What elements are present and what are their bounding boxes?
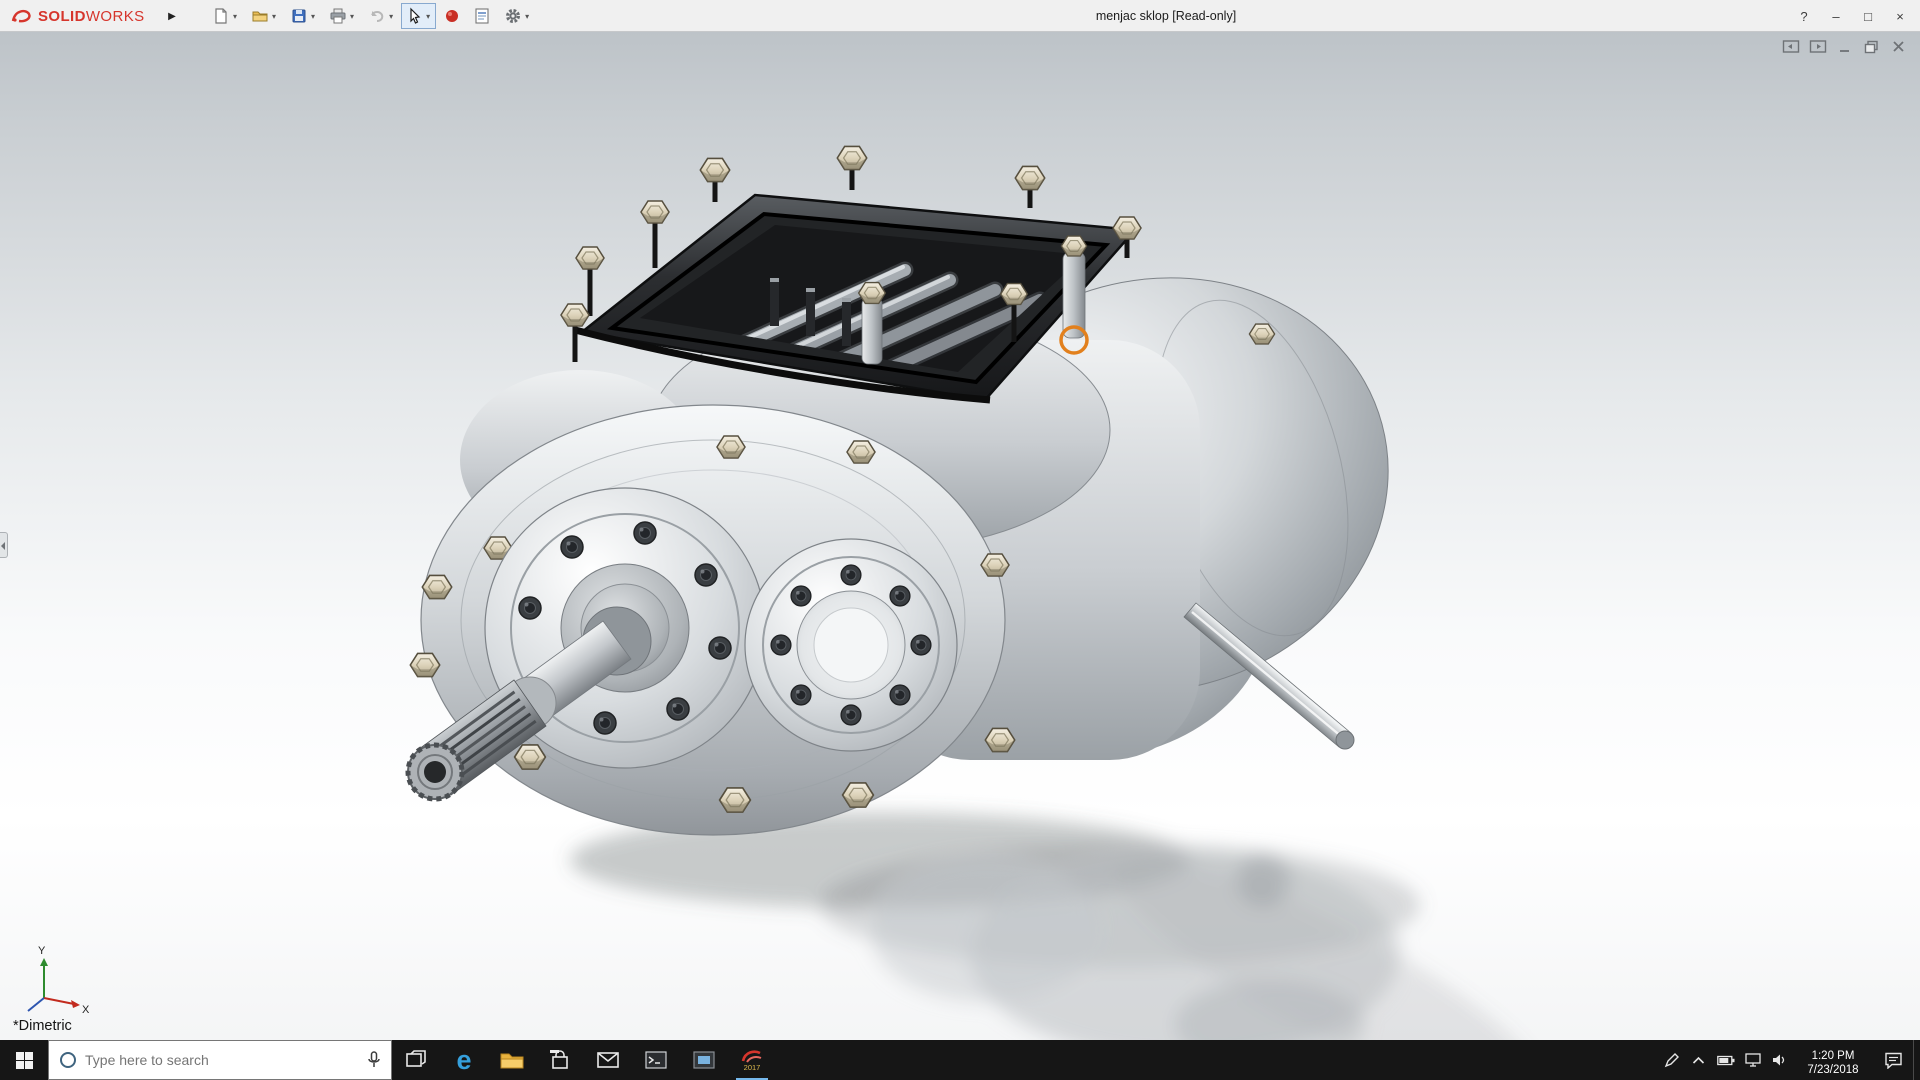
brand-name-bold: SOLID bbox=[38, 8, 86, 25]
gear-icon bbox=[504, 7, 522, 25]
solidworks-year-badge: 2017 bbox=[744, 1064, 761, 1072]
network-icon bbox=[1745, 1053, 1761, 1067]
minimize-button[interactable]: – bbox=[1820, 0, 1852, 32]
select-tool-button[interactable]: ▾ bbox=[401, 3, 436, 29]
file-explorer-button[interactable] bbox=[488, 1040, 536, 1080]
start-button[interactable] bbox=[0, 1040, 48, 1080]
windows-taskbar: e bbox=[0, 1040, 1920, 1080]
caret-icon: ▾ bbox=[233, 12, 237, 21]
new-document-icon bbox=[212, 7, 230, 25]
new-document-button[interactable]: ▾ bbox=[206, 3, 243, 29]
windows-logo-icon bbox=[16, 1052, 33, 1069]
model-output-flange[interactable] bbox=[745, 539, 957, 751]
window-title: menjac sklop [Read-only] bbox=[1096, 0, 1236, 32]
task-view-button[interactable] bbox=[392, 1040, 440, 1080]
network-status-button[interactable] bbox=[1739, 1040, 1766, 1080]
red-sphere-icon bbox=[444, 8, 460, 24]
task-view-icon bbox=[406, 1050, 426, 1070]
save-floppy-icon bbox=[290, 7, 308, 25]
open-folder-icon bbox=[251, 7, 269, 25]
solidworks-app-button[interactable]: 2017 bbox=[728, 1040, 776, 1080]
dock-pane-left-icon[interactable] bbox=[1782, 39, 1800, 55]
cortana-icon bbox=[59, 1051, 77, 1069]
triad-y-label: Y bbox=[38, 945, 46, 957]
solidworks-logo: SOLIDWORKS bbox=[10, 0, 145, 32]
report-document-icon bbox=[474, 7, 490, 25]
volume-button[interactable] bbox=[1766, 1040, 1793, 1080]
battery-status-button[interactable] bbox=[1712, 1040, 1739, 1080]
options-button[interactable]: ▾ bbox=[498, 3, 535, 29]
caret-icon: ▾ bbox=[272, 12, 276, 21]
graphics-area[interactable]: Y X *Dimetric bbox=[0, 32, 1920, 1040]
ds-logo-icon bbox=[10, 7, 34, 25]
caret-icon: ▾ bbox=[525, 12, 529, 21]
undo-arrow-icon bbox=[368, 7, 386, 25]
close-button[interactable]: × bbox=[1884, 0, 1916, 32]
triad-x-label: X bbox=[82, 1004, 90, 1016]
microphone-icon[interactable] bbox=[367, 1051, 381, 1069]
render-addin-button[interactable] bbox=[438, 3, 466, 29]
taskbar-search[interactable] bbox=[48, 1040, 392, 1080]
app-button[interactable] bbox=[680, 1040, 728, 1080]
caret-icon: ▾ bbox=[311, 12, 315, 21]
console-window-icon bbox=[645, 1051, 667, 1069]
document-restore-icon[interactable] bbox=[1863, 39, 1881, 55]
view-orientation-label: *Dimetric bbox=[13, 1018, 72, 1034]
document-minimize-icon[interactable] bbox=[1836, 39, 1854, 55]
dock-pane-right-icon[interactable] bbox=[1809, 39, 1827, 55]
window-controls: ? – □ × bbox=[1788, 0, 1916, 32]
console-app-button[interactable] bbox=[632, 1040, 680, 1080]
chevron-up-icon bbox=[1692, 1056, 1705, 1065]
report-button[interactable] bbox=[468, 3, 496, 29]
gearbox-3d-model[interactable]: Y X bbox=[0, 32, 1920, 1040]
model-shadow bbox=[570, 812, 1568, 1040]
battery-icon bbox=[1717, 1055, 1735, 1066]
document-close-icon[interactable] bbox=[1890, 39, 1908, 55]
edge-browser-button[interactable]: e bbox=[440, 1040, 488, 1080]
save-button[interactable]: ▾ bbox=[284, 3, 321, 29]
undo-button[interactable]: ▾ bbox=[362, 3, 399, 29]
printer-icon bbox=[329, 7, 347, 25]
solidworks-window: SOLIDWORKS ▶ ▾ ▾ bbox=[0, 0, 1920, 1080]
maximize-button[interactable]: □ bbox=[1852, 0, 1884, 32]
titlebar: SOLIDWORKS ▶ ▾ ▾ bbox=[0, 0, 1920, 32]
show-desktop-button[interactable] bbox=[1913, 1040, 1920, 1080]
toolbar-flyout-button[interactable]: ▶ bbox=[162, 4, 182, 28]
tray-overflow-button[interactable] bbox=[1685, 1040, 1712, 1080]
collapsed-panel-handle[interactable] bbox=[0, 532, 8, 558]
pen-icon bbox=[1664, 1053, 1679, 1068]
folder-icon bbox=[500, 1050, 524, 1070]
document-window-controls bbox=[1782, 39, 1908, 55]
mail-button[interactable] bbox=[584, 1040, 632, 1080]
system-tray: 1:20 PM 7/23/2018 bbox=[1658, 1040, 1920, 1080]
speaker-icon bbox=[1772, 1053, 1788, 1067]
select-arrow-icon bbox=[407, 7, 423, 25]
windows-ink-button[interactable] bbox=[1658, 1040, 1685, 1080]
app-window-icon bbox=[693, 1051, 715, 1069]
help-button[interactable]: ? bbox=[1788, 0, 1820, 32]
brand-name: SOLIDWORKS bbox=[38, 8, 145, 25]
taskbar-clock[interactable]: 1:20 PM 7/23/2018 bbox=[1793, 1040, 1873, 1080]
open-document-button[interactable]: ▾ bbox=[245, 3, 282, 29]
action-center-button[interactable] bbox=[1873, 1040, 1913, 1080]
reference-triad[interactable]: Y X bbox=[28, 945, 90, 1016]
standard-toolbar: ▾ ▾ ▾ bbox=[206, 0, 537, 32]
caret-icon: ▾ bbox=[426, 12, 430, 21]
clock-time: 1:20 PM bbox=[1793, 1049, 1873, 1063]
clock-date: 7/23/2018 bbox=[1793, 1063, 1873, 1077]
store-bag-icon bbox=[550, 1050, 570, 1070]
caret-icon: ▾ bbox=[350, 12, 354, 21]
search-input[interactable] bbox=[85, 1052, 359, 1068]
brand-name-light: WORKS bbox=[86, 8, 145, 25]
store-button[interactable] bbox=[536, 1040, 584, 1080]
solidworks-app-icon bbox=[741, 1048, 763, 1064]
caret-icon: ▾ bbox=[389, 12, 393, 21]
print-button[interactable]: ▾ bbox=[323, 3, 360, 29]
action-center-icon bbox=[1884, 1052, 1903, 1069]
mail-envelope-icon bbox=[597, 1052, 619, 1068]
edge-icon: e bbox=[456, 1047, 471, 1074]
